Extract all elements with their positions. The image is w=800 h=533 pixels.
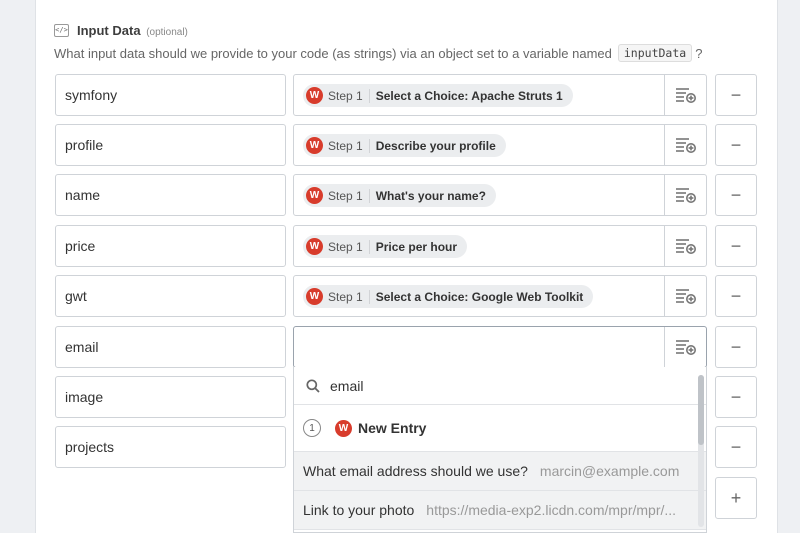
remove-row-button[interactable]: −	[715, 275, 757, 317]
field-pill[interactable]: W Step 1 Select a Choice: Apache Struts …	[303, 84, 573, 107]
remove-row-button[interactable]: −	[715, 124, 757, 166]
key-input[interactable]: profile	[55, 124, 286, 166]
key-input[interactable]: price	[55, 225, 286, 267]
remove-row-button[interactable]: −	[715, 174, 757, 216]
key-input-value: gwt	[65, 288, 87, 304]
option-sample-value: marcin@example.com	[539, 463, 680, 479]
dropdown-search[interactable]: email	[294, 367, 706, 405]
insert-field-icon	[675, 138, 696, 153]
pill-field: Price per hour	[375, 239, 458, 254]
description-text: What input data should we provide to you…	[54, 45, 612, 61]
field-pill[interactable]: W Step 1 Select a Choice: Google Web Too…	[303, 285, 594, 308]
pill-step: Step 1	[328, 239, 370, 254]
pill-step: Step 1	[328, 88, 370, 103]
app-logo-icon: W	[306, 187, 323, 204]
key-input-value: price	[65, 238, 96, 254]
dropdown-field-option[interactable]: Link to your photo https://media-exp2.li…	[294, 491, 706, 530]
insert-field-button[interactable]	[664, 75, 706, 115]
key-input[interactable]: symfony	[55, 74, 286, 116]
section-title-text: Input Data	[77, 22, 141, 38]
key-input-value: symfony	[65, 87, 118, 103]
insert-field-icon	[675, 239, 696, 254]
field-picker-dropdown: email 1 W New Entry What email address s…	[293, 367, 707, 533]
pill-step: Step 1	[328, 188, 370, 203]
remove-row-button[interactable]: −	[715, 326, 757, 368]
insert-field-icon	[675, 340, 696, 355]
value-input[interactable]: W Step 1 Describe your profile	[293, 124, 707, 166]
remove-row-button[interactable]: −	[715, 426, 757, 468]
option-label: What email address should we use?	[303, 463, 528, 479]
key-input[interactable]: projects	[55, 426, 286, 468]
key-input-value: image	[65, 389, 104, 405]
code-icon: </>	[54, 23, 69, 37]
dropdown-field-option[interactable]: What email address should we use? marcin…	[294, 452, 706, 491]
key-input-value: profile	[65, 137, 104, 153]
key-input[interactable]: email	[55, 326, 286, 368]
pill-field: Describe your profile	[375, 138, 496, 153]
search-value: email	[330, 377, 364, 394]
pill-step: Step 1	[328, 289, 370, 304]
field-pill[interactable]: W Step 1 Price per hour	[303, 235, 468, 258]
option-sample-value: https://media-exp2.licdn.com/mpr/mpr/...	[426, 502, 677, 518]
optional-label: (optional)	[146, 26, 188, 38]
key-input[interactable]: gwt	[55, 275, 286, 317]
app-logo-icon: W	[306, 87, 323, 104]
section-description: What input data should we provide to you…	[54, 44, 702, 62]
option-label: Link to your photo	[303, 502, 415, 518]
value-input[interactable]: W Step 1 Select a Choice: Google Web Too…	[293, 275, 707, 317]
app-logo-icon: W	[306, 238, 323, 255]
insert-field-button[interactable]	[664, 276, 706, 316]
step-name: New Entry	[358, 420, 427, 436]
field-pill[interactable]: W Step 1 Describe your profile	[303, 134, 506, 157]
app-logo-icon: W	[306, 288, 323, 305]
variable-name-chip: inputData	[617, 44, 693, 62]
insert-field-icon	[675, 88, 696, 103]
key-input[interactable]: image	[55, 376, 286, 418]
input-data-header: </> Input Data (optional)	[54, 21, 188, 39]
remove-row-button[interactable]: −	[715, 74, 757, 116]
dropdown-scrollbar[interactable]	[698, 375, 704, 527]
value-input[interactable]: W Step 1 Price per hour	[293, 225, 707, 267]
search-icon	[306, 378, 320, 393]
insert-field-button[interactable]	[664, 327, 706, 367]
insert-field-button[interactable]	[664, 125, 706, 165]
pill-field: Select a Choice: Google Web Toolkit	[375, 289, 584, 304]
insert-field-button[interactable]	[664, 226, 706, 266]
pill-step: Step 1	[328, 138, 370, 153]
description-suffix: ?	[695, 45, 703, 61]
app-logo-icon: W	[306, 137, 323, 154]
insert-field-button[interactable]	[664, 175, 706, 215]
insert-field-icon	[675, 188, 696, 203]
scrollbar-thumb[interactable]	[698, 375, 704, 445]
key-input-value: projects	[65, 439, 115, 455]
dropdown-step-header[interactable]: 1 W New Entry	[294, 405, 706, 452]
add-row-button[interactable]: +	[715, 477, 757, 519]
key-input[interactable]: name	[55, 174, 286, 216]
pill-field: What's your name?	[375, 188, 486, 203]
app-logo-icon: W	[335, 419, 352, 437]
value-input[interactable]: W Step 1 Select a Choice: Apache Struts …	[293, 74, 707, 116]
section-title: Input Data (optional)	[77, 23, 188, 38]
remove-row-button[interactable]: −	[715, 225, 757, 267]
remove-row-button[interactable]: −	[715, 376, 757, 418]
key-input-value: email	[65, 339, 99, 355]
step-number-badge: 1	[303, 419, 321, 437]
key-input-value: name	[65, 187, 101, 203]
value-input[interactable]: W Step 1 What's your name?	[293, 174, 707, 216]
field-pill[interactable]: W Step 1 What's your name?	[303, 184, 496, 207]
pill-field: Select a Choice: Apache Struts 1	[375, 88, 563, 103]
insert-field-icon	[675, 289, 696, 304]
value-input-active[interactable]	[293, 326, 707, 368]
